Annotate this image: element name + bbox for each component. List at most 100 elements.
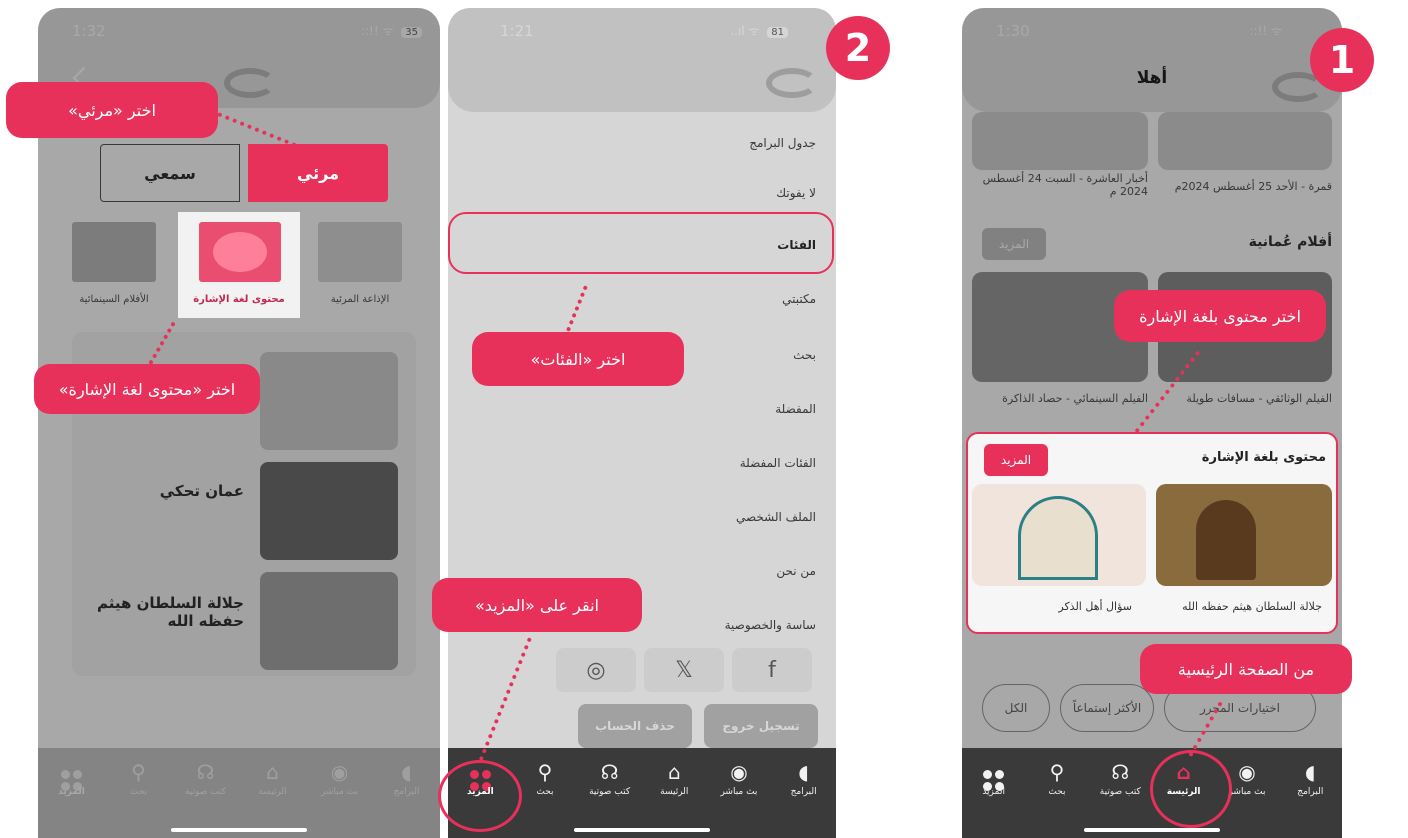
menu-item-dont-miss[interactable]: لا يفوتك [776,186,816,200]
app-logo-icon [224,68,276,98]
content-thumb[interactable] [1156,484,1332,586]
status-time: 1:21 [500,22,534,40]
broadcast-icon: ◉ [330,760,349,784]
home-icon: ⌂ [667,760,681,784]
x-twitter-icon[interactable]: 𝕏 [644,648,724,692]
category-cinema-thumb[interactable] [72,222,156,282]
list-item-title[interactable]: عمان تحكي [94,482,244,500]
tooltip-from-home: من الصفحة الرئيسية [1140,644,1352,694]
nav-programs[interactable]: ◖ البرامج [1279,760,1341,797]
nav-audiobooks[interactable]: ☊ كتب صوتية [1089,760,1151,797]
status-icons: ::!! ᯤ 35 [361,22,422,39]
tooltip-tap-more: انقر على «المزيد» [432,578,642,632]
more-button-films[interactable]: المزيد [982,228,1046,260]
tooltip-choose-sign-language: اختر «محتوى لغة الإشارة» [34,364,260,414]
section-title-omani-films: أفلام عُمانية [1248,234,1332,250]
category-cinema-label: الأفلام السينمائية [79,294,149,305]
status-bar: 1:30 ::!! ᯤ [962,8,1342,56]
segment-visual-label: مرئي [296,163,340,183]
nav-programs[interactable]: ◖ البرامج [773,760,835,797]
nav-home[interactable]: ⌂ الرئيسة [242,760,304,797]
menu-item-profile[interactable]: الملف الشخصي [736,510,816,524]
section-title-sign-language: محتوى بلغة الإشارة [1201,450,1326,465]
nav-more[interactable]: المزيد [41,760,103,797]
nav-live[interactable]: ◉ بث مباشر [309,760,371,797]
segment-audio[interactable]: سمعي [100,144,240,202]
step-badge-1: 1 [1310,28,1374,92]
facebook-icon[interactable]: f [732,648,812,692]
category-visual-radio-label: الإذاعة المرئية [330,294,390,305]
headphones-icon: ☊ [196,760,215,784]
highlight-frame-categories [448,212,834,274]
menu-item-about[interactable]: من نحن [776,564,816,578]
menu-item-favorite-categories[interactable]: الفئات المفضلة [740,456,816,470]
chip-most-listened[interactable]: الأكثر إستماعاً [1060,684,1154,732]
status-bar: 1:32 ::!! ᯤ 35 [38,8,440,56]
status-icons: ::!! ᯤ [1250,22,1282,39]
tooltip-choose-sign-content: اختر محتوى بلغة الإشارة [1114,290,1326,342]
nav-programs[interactable]: ◖ البرامج [376,760,438,797]
broadcast-icon: ◉ [730,760,748,784]
nav-search[interactable]: ⚲ بحث [514,760,576,797]
delete-account-button[interactable]: حذف الحساب [578,704,692,748]
home-icon: ⌂ [266,760,279,784]
status-bar: 1:21 ..ıl ᯤ 81 [448,8,836,56]
sign-language-section: محتوى بلغة الإشارة المزيد جلالة السلطان … [966,432,1338,634]
menu-item-favorites[interactable]: المفضلة [775,402,816,416]
menu-item-my-library[interactable]: مكتبتي [782,292,816,306]
search-icon: ⚲ [1049,760,1065,784]
nav-search[interactable]: ⚲ بحث [108,760,170,797]
search-icon: ⚲ [131,760,146,784]
app-logo-icon [766,68,818,98]
logout-button[interactable]: تسجيل خروج [704,704,818,748]
nav-home[interactable]: ⌂ الرئيسة [643,760,705,797]
search-icon: ⚲ [537,760,553,784]
heart-hands-icon [213,232,267,272]
nav-more[interactable]: المزيد [963,760,1025,797]
battery-icon: 35 [401,27,422,38]
logo-icon: ◖ [1305,760,1316,784]
status-time: 1:32 [72,22,106,40]
chip-all[interactable]: الكل [982,684,1050,732]
category-sign-language[interactable]: محتوى لغة الإشارة [178,212,300,318]
home-indicator [171,828,307,832]
status-icons: ..ıl ᯤ 81 [730,22,788,39]
nav-search[interactable]: ⚲ بحث [1026,760,1088,797]
list-item-title[interactable]: جلالة السلطان هيثم حفظه الله [94,594,244,630]
highlight-ring-more [438,760,522,832]
content-title: أخبار العاشرة - السبت 24 أغسطس 2024 م [982,172,1148,198]
category-visual-radio-thumb[interactable] [318,222,402,282]
content-thumb[interactable] [972,484,1146,586]
list-item-thumb[interactable] [260,572,398,670]
signal-icon: ::!! ᯤ [1249,24,1282,38]
content-thumb[interactable] [972,112,1148,170]
tooltip-choose-visual: اختر «مرئي» [6,82,218,138]
logo-icon: ◖ [798,760,809,784]
nav-audiobooks[interactable]: ☊ كتب صوتية [579,760,641,797]
content-title: الفيلم الوثائقي - مسافات طويلة [1186,392,1332,405]
content-thumb[interactable] [1158,112,1332,170]
headphones-icon: ☊ [600,760,619,784]
grid-dots-icon [963,760,1025,791]
home-indicator [1084,828,1220,832]
battery-icon: 81 [767,27,788,38]
arch-ornament-icon [1018,496,1098,580]
content-title: قمرة - الأحد 25 أغسطس 2024م [1174,180,1332,193]
list-item-thumb[interactable] [260,352,398,450]
nav-audiobooks[interactable]: ☊ كتب صوتية [175,760,237,797]
content-title: جلالة السلطان هيثم حفظه الله [1182,600,1322,613]
home-indicator [574,828,710,832]
menu-item-search[interactable]: بحث [793,348,816,362]
nav-live[interactable]: ◉ بث مباشر [708,760,770,797]
list-item-thumb[interactable] [260,462,398,560]
grid-dots-icon [41,760,103,791]
menu-item-privacy[interactable]: ساسة والخصوصية [725,618,816,632]
instagram-icon[interactable]: ◎ [556,648,636,692]
headphones-icon: ☊ [1111,760,1130,784]
menu-item-schedule[interactable]: جدول البرامج [749,136,816,150]
highlight-ring-home [1150,750,1232,828]
more-button-sign-language[interactable]: المزيد [984,444,1048,476]
content-title: سؤال أهل الذكر [1058,600,1132,613]
phone-screen-home: 1:30 ::!! ᯤ أهلا قمرة - الأحد 25 أغسطس 2… [962,8,1342,838]
content-title: الفيلم السينمائي - حصاد الذاكرة [1002,392,1148,405]
